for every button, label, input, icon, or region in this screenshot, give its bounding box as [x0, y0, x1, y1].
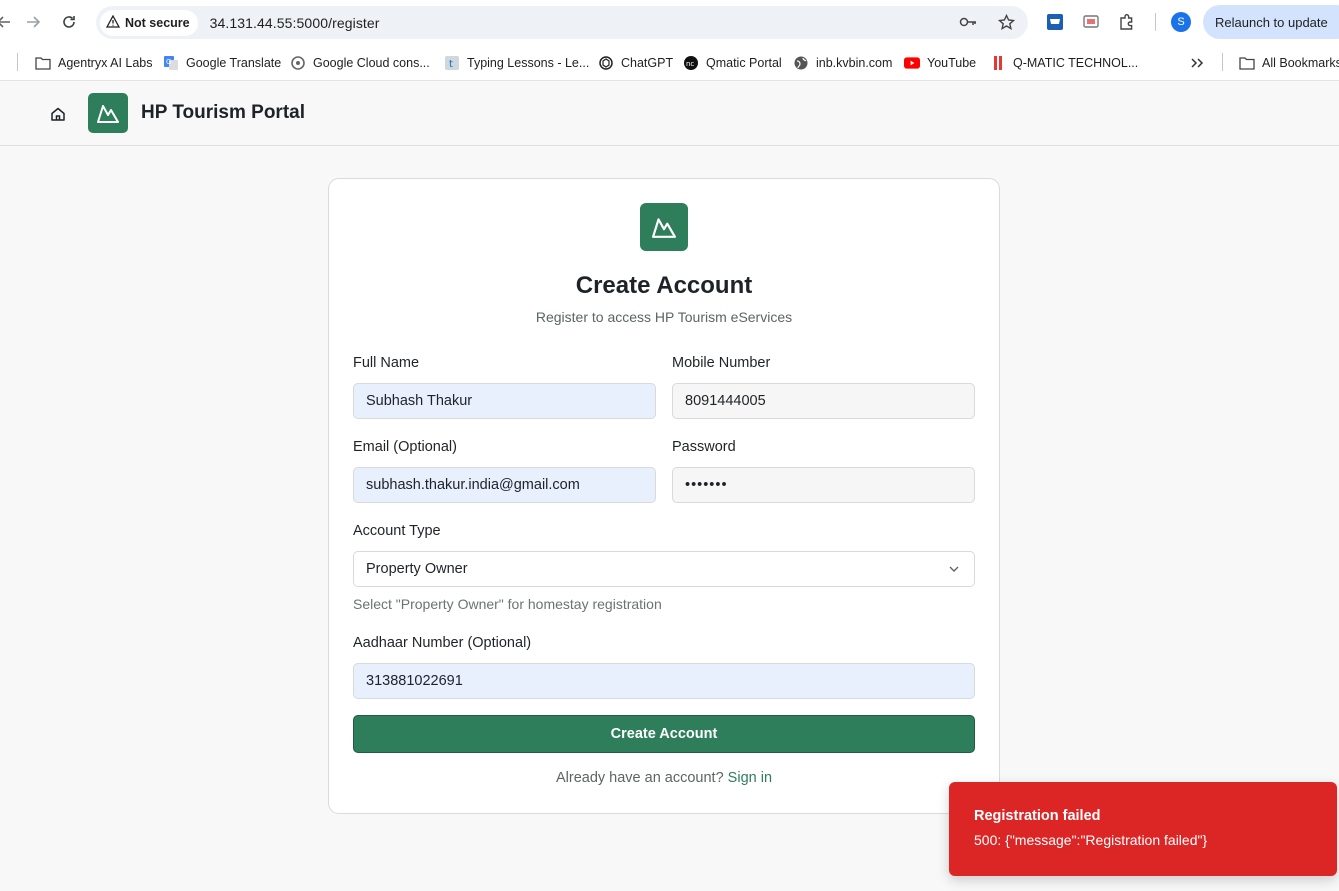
- svg-text:t: t: [449, 59, 453, 70]
- mobile-number-label: Mobile Number: [672, 355, 771, 371]
- translate-icon: G: [163, 55, 179, 71]
- password-label: Password: [672, 439, 736, 455]
- full-name-label: Full Name: [353, 355, 420, 371]
- register-card: Create Account Register to access HP Tou…: [328, 178, 1000, 814]
- url-text[interactable]: 34.131.44.55:5000/register: [210, 15, 380, 31]
- bookmark-agentryx[interactable]: Agentryx AI Labs: [35, 52, 153, 74]
- toast-title: Registration failed: [974, 808, 1101, 824]
- chevron-down-icon: [948, 563, 960, 575]
- reload-icon[interactable]: [57, 10, 81, 34]
- bookmark-qmatic-portal[interactable]: nc Qmatic Portal: [683, 52, 782, 74]
- mountain-logo-icon: [640, 203, 688, 251]
- aadhaar-input[interactable]: 313881022691: [353, 663, 975, 699]
- app-header: HP Tourism Portal: [0, 81, 1339, 146]
- bookmark-label: Google Translate: [186, 56, 282, 70]
- bookmark-star-icon[interactable]: [996, 12, 1016, 32]
- key-icon[interactable]: [958, 12, 978, 32]
- create-account-button[interactable]: Create Account: [353, 715, 975, 753]
- bookmark-kvbin[interactable]: inb.kvbin.com: [793, 52, 892, 74]
- bookmark-typing-lessons[interactable]: t Typing Lessons - Le...: [444, 52, 589, 74]
- signin-row: Already have an account? Sign in: [329, 770, 999, 786]
- shopping-extension-icon[interactable]: [1044, 11, 1066, 33]
- cast-extension-icon[interactable]: [1080, 11, 1102, 33]
- bookmark-google-translate[interactable]: G Google Translate: [163, 52, 281, 74]
- bookmark-chatgpt[interactable]: ChatGPT: [598, 52, 673, 74]
- address-bar[interactable]: Not secure 34.131.44.55:5000/register: [96, 6, 1028, 39]
- back-icon[interactable]: [0, 10, 16, 34]
- globe-icon: [793, 55, 809, 71]
- bookmark-label: ChatGPT: [621, 56, 674, 70]
- full-name-input[interactable]: Subhash Thakur: [353, 383, 656, 419]
- mountain-logo-icon[interactable]: [88, 93, 128, 133]
- mobile-number-input[interactable]: 8091444005: [672, 383, 975, 419]
- relaunch-button[interactable]: Relaunch to update: [1203, 5, 1339, 39]
- security-chip[interactable]: Not secure: [100, 9, 198, 36]
- folder-icon: [35, 55, 51, 71]
- bookmark-label: inb.kvbin.com: [816, 56, 893, 70]
- bookmark-google-cloud[interactable]: Google Cloud cons...: [290, 52, 430, 74]
- email-label: Email (Optional): [353, 439, 457, 455]
- page-subtitle: Register to access HP Tourism eServices: [535, 309, 793, 325]
- bookmark-youtube[interactable]: YouTube: [904, 52, 976, 74]
- signin-link[interactable]: Sign in: [728, 770, 772, 786]
- account-type-label: Account Type: [353, 523, 441, 539]
- portal-title[interactable]: HP Tourism Portal: [141, 102, 305, 124]
- error-toast[interactable]: Registration failed 500: {"message":"Reg…: [949, 782, 1337, 876]
- home-icon[interactable]: [46, 102, 70, 126]
- svg-text:nc: nc: [686, 60, 694, 68]
- forward-icon[interactable]: [21, 10, 45, 34]
- aadhaar-label: Aadhaar Number (Optional): [353, 635, 532, 651]
- bookmark-label: Typing Lessons - Le...: [467, 56, 590, 70]
- toast-message: 500: {"message":"Registration failed"}: [974, 832, 1208, 848]
- profile-avatar[interactable]: S: [1171, 12, 1191, 32]
- youtube-icon: [904, 55, 920, 71]
- bookmark-label: Google Cloud cons...: [313, 56, 430, 70]
- password-input[interactable]: •••••••: [672, 467, 975, 503]
- qmatic-tech-icon: [990, 55, 1006, 71]
- bookmark-qmatic-technologies[interactable]: Q-MATIC TECHNOL...: [990, 52, 1138, 74]
- all-bookmarks-label: All Bookmarks: [1262, 56, 1339, 70]
- page-title: Create Account: [575, 272, 753, 299]
- svg-text:G: G: [166, 58, 171, 66]
- signin-prompt: Already have an account?: [555, 770, 728, 786]
- bookmark-label: Agentryx AI Labs: [58, 56, 153, 70]
- chatgpt-icon: [598, 55, 614, 71]
- account-type-select[interactable]: Property Owner: [353, 551, 975, 587]
- bookmarks-overflow-icon[interactable]: [1190, 52, 1204, 74]
- bookmark-label: YouTube: [927, 56, 977, 70]
- extensions-puzzle-icon[interactable]: [1116, 11, 1138, 33]
- email-input[interactable]: subhash.thakur.india@gmail.com: [353, 467, 656, 503]
- all-bookmarks[interactable]: All Bookmarks: [1239, 52, 1339, 74]
- folder-icon: [1239, 55, 1255, 71]
- bookmark-label: Q-MATIC TECHNOL...: [1013, 56, 1139, 70]
- account-type-hint: Select "Property Owner" for homestay reg…: [353, 596, 662, 612]
- bookmarks-bar: Agentryx AI Labs G Google Translate Goog…: [0, 44, 1339, 81]
- qmatic-icon: nc: [683, 55, 699, 71]
- security-label: Not secure: [125, 15, 190, 30]
- warning-icon: [105, 14, 121, 31]
- browser-toolbar: Not secure 34.131.44.55:5000/register S …: [0, 0, 1339, 44]
- account-type-value: Property Owner: [366, 561, 468, 577]
- cloud-icon: [290, 55, 306, 71]
- bookmark-label: Qmatic Portal: [706, 56, 782, 70]
- typing-icon: t: [444, 55, 460, 71]
